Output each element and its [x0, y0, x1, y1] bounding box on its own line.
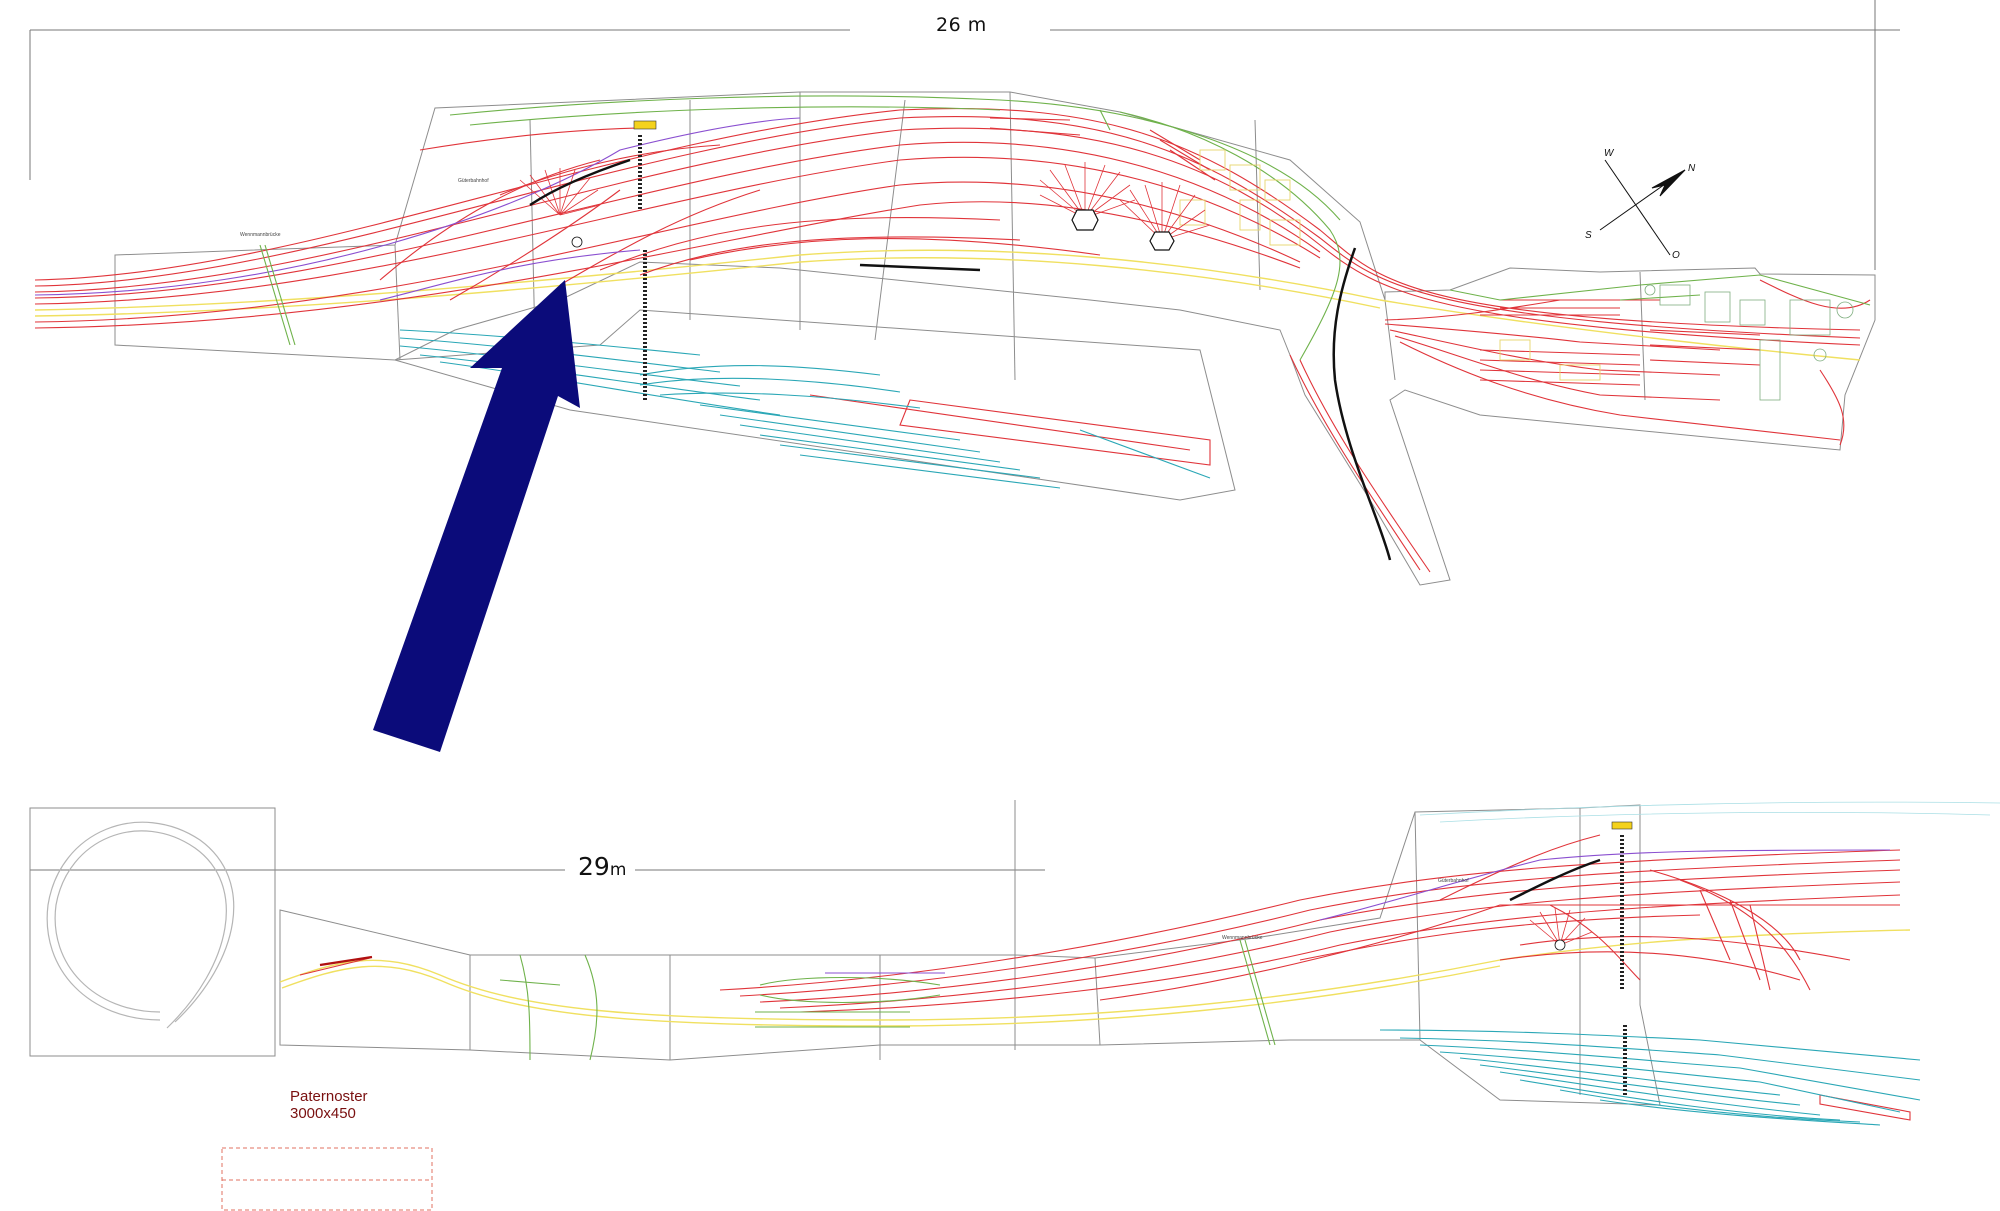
top-signal-bars: [638, 135, 647, 400]
bottom-helix-loop: [46, 821, 235, 1029]
track-plan-canvas: [29, 0, 2000, 1211]
bottom-yellow-box: [1611, 821, 1633, 830]
bottom-faint-lines: [1419, 801, 2000, 823]
compass-east: O: [1672, 250, 1680, 261]
bottom-red-tracks: [299, 834, 1911, 1121]
top-black-details: [529, 158, 1392, 561]
bottom-green-tracks: [499, 939, 1276, 1061]
bottom-teal-tracks: [1379, 1029, 1921, 1126]
bottom-board-outline: [29, 800, 1661, 1106]
top-red-tracks: [34, 107, 1871, 573]
top-east-buildings: [1644, 284, 1854, 401]
top-purple-tracks: [34, 117, 801, 301]
compass-rose: [1599, 159, 1686, 256]
bottom-length-unit: m: [609, 860, 627, 880]
top-dimension-line: [29, 0, 1900, 270]
top-length-unit: m: [967, 14, 987, 36]
bottom-layout-plan: [29, 800, 2000, 1126]
top-board-outline: [114, 91, 1876, 586]
top-yellow-tracks: [34, 249, 1861, 361]
top-building-outlines: [1179, 149, 1601, 381]
bottom-length-value: 29: [578, 852, 610, 881]
top-layout-plan: [34, 91, 1876, 586]
top-turntable-right: [1119, 182, 1211, 251]
compass-south: S: [1585, 230, 1592, 241]
top-length-label: 26 m: [936, 14, 987, 36]
bridge-label-bottom: Wennmannbrücke: [1222, 935, 1263, 941]
paternoster-label: Paternoster 3000x450: [290, 1088, 368, 1122]
bottom-signal-bars: [1620, 835, 1627, 1095]
compass-west: W: [1604, 148, 1614, 159]
paternoster-size: 3000x450: [290, 1105, 356, 1122]
paternoster-title: Paternoster: [290, 1088, 368, 1105]
pointer-arrow: [373, 280, 580, 752]
yard-label-bottom: Güterbahnhof: [1438, 878, 1469, 884]
top-length-value: 26: [936, 14, 962, 36]
bottom-length-label: 29m: [578, 852, 626, 881]
bridge-label-top: Wennmannbrücke: [240, 232, 281, 238]
compass-north: N: [1688, 163, 1696, 174]
paternoster-box: [221, 1147, 433, 1211]
top-turntable-middle: [1039, 162, 1136, 231]
top-yellow-box: [633, 120, 657, 130]
yard-label-top: Güterbahnhof: [458, 178, 489, 184]
